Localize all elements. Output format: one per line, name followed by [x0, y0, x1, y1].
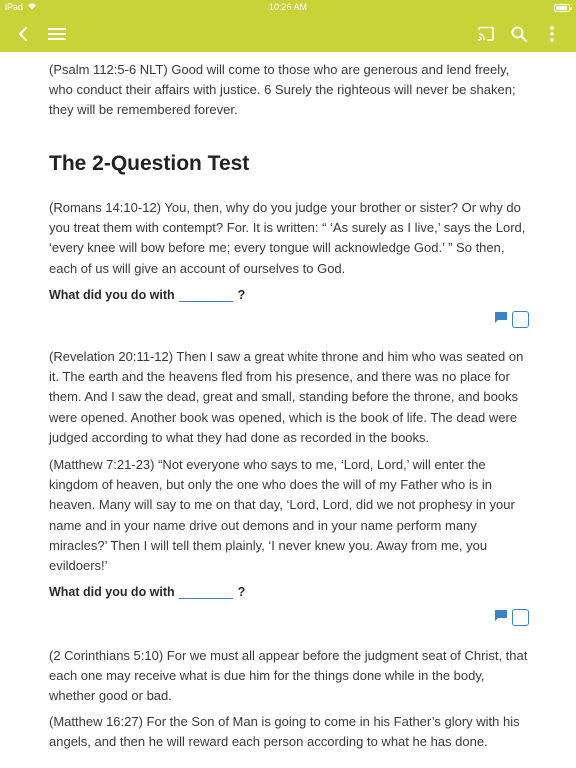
battery-level-fill — [556, 6, 567, 10]
revelation-paragraph: (Revelation 20:11-12) Then I saw a great… — [49, 349, 524, 445]
menu-button[interactable] — [43, 20, 71, 48]
back-button[interactable] — [9, 20, 37, 48]
search-icon — [511, 26, 527, 42]
chevron-left-icon — [17, 26, 29, 42]
more-vertical-icon — [549, 25, 555, 43]
cast-icon — [477, 26, 495, 42]
romans-paragraph: (Romans 14:10-12) You, then, why do you … — [49, 200, 526, 276]
question-label: What did you do with — [49, 288, 175, 302]
top-toolbar — [0, 16, 576, 52]
question-mark: ? — [237, 288, 246, 302]
intro-paragraph: (Psalm 112:5-6 NLT) Good will come to th… — [49, 62, 516, 118]
answer-blank-2[interactable] — [178, 583, 233, 599]
battery-icon — [554, 4, 572, 12]
search-button[interactable] — [505, 20, 533, 48]
more-options-button[interactable] — [538, 20, 566, 48]
cast-button[interactable] — [472, 20, 500, 48]
question-label: What did you do with — [49, 585, 175, 599]
status-time: 10:26 AM — [268, 2, 308, 12]
corinthians-paragraph: (2 Corinthians 5:10) For we must all app… — [49, 648, 528, 704]
matthew-7-paragraph: (Matthew 7:21-23) “Not everyone who says… — [49, 457, 515, 574]
answer-controls-1 — [493, 311, 529, 328]
question-mark: ? — [237, 585, 246, 599]
section-heading: The 2-Question Test — [49, 152, 250, 175]
question-row-2: What did you do with ? — [49, 583, 529, 599]
answer-blank-1[interactable] — [178, 286, 233, 302]
matthew-16-paragraph: (Matthew 16:27) For the Son of Man is go… — [49, 714, 520, 750]
hamburger-menu-icon — [48, 27, 66, 41]
status-bar: iPad 10:26 AM — [0, 0, 576, 16]
comment-icon[interactable] — [493, 311, 509, 328]
comment-icon[interactable] — [493, 609, 509, 626]
answer-controls-2 — [493, 609, 529, 626]
complete-checkbox-2[interactable] — [512, 609, 529, 626]
complete-checkbox-1[interactable] — [512, 311, 529, 328]
question-row-1: What did you do with ? — [49, 286, 529, 302]
